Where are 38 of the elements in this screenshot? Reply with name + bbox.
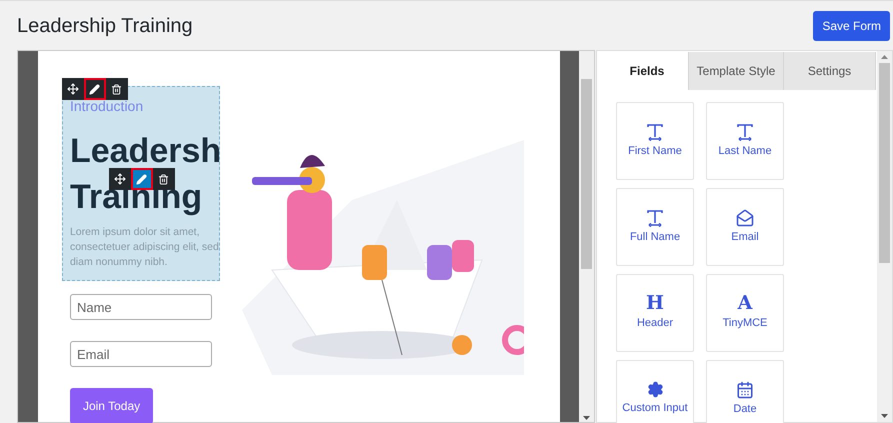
edit-icon (136, 174, 148, 184)
field-type-card[interactable]: A TinyMCE (706, 274, 784, 352)
intro-subtitle: Introduction (70, 99, 144, 113)
text-field-icon (646, 122, 664, 141)
scrollbar-thumb[interactable] (879, 63, 890, 263)
heading-line: Training (70, 181, 202, 213)
text-field-icon (736, 122, 754, 141)
heading-line: Leadersh (70, 135, 222, 167)
edit-icon (89, 84, 100, 94)
text-input-field[interactable]: Name (70, 294, 212, 320)
field-type-card[interactable]: Full Name (616, 188, 694, 266)
page-title: Leadership Training (17, 14, 193, 38)
text-field-icon (646, 208, 664, 227)
delete-icon (111, 84, 122, 94)
scroll-up-arrow-icon[interactable] (881, 55, 888, 59)
join-today-button[interactable]: Join Today (70, 388, 154, 423)
field-type-card[interactable]: Email (706, 188, 784, 266)
text-input-field[interactable]: Email (70, 341, 212, 367)
panel-tab[interactable]: Settings (784, 52, 876, 90)
field-type-card[interactable]: Date (706, 360, 784, 423)
panel-tab[interactable]: Template Style (689, 52, 784, 90)
scroll-down-arrow-icon[interactable] (881, 414, 888, 418)
delete-icon (158, 174, 170, 184)
edit-tool-button[interactable] (84, 78, 106, 100)
field-type-card[interactable]: Custom Input (616, 360, 694, 423)
letter-icon: A (738, 294, 752, 314)
body-text: Lorem ipsum dolor sit amet, consectetuer adipiscing elit, sed diam nonummy nibh. (70, 225, 219, 270)
scrollbar-thumb[interactable] (581, 79, 592, 269)
move-icon (66, 83, 79, 95)
scroll-down-arrow-icon[interactable] (583, 416, 590, 420)
field-type-card[interactable]: H Header (616, 274, 694, 352)
calendar-icon (736, 380, 754, 399)
field-type-card[interactable]: Last Name (706, 102, 784, 180)
header-letter-icon: H (646, 294, 664, 314)
move-icon (114, 173, 126, 185)
save-form-button[interactable]: Save Form (813, 10, 890, 40)
envelope-icon (736, 208, 754, 227)
field-type-card[interactable]: First Name (616, 102, 694, 180)
